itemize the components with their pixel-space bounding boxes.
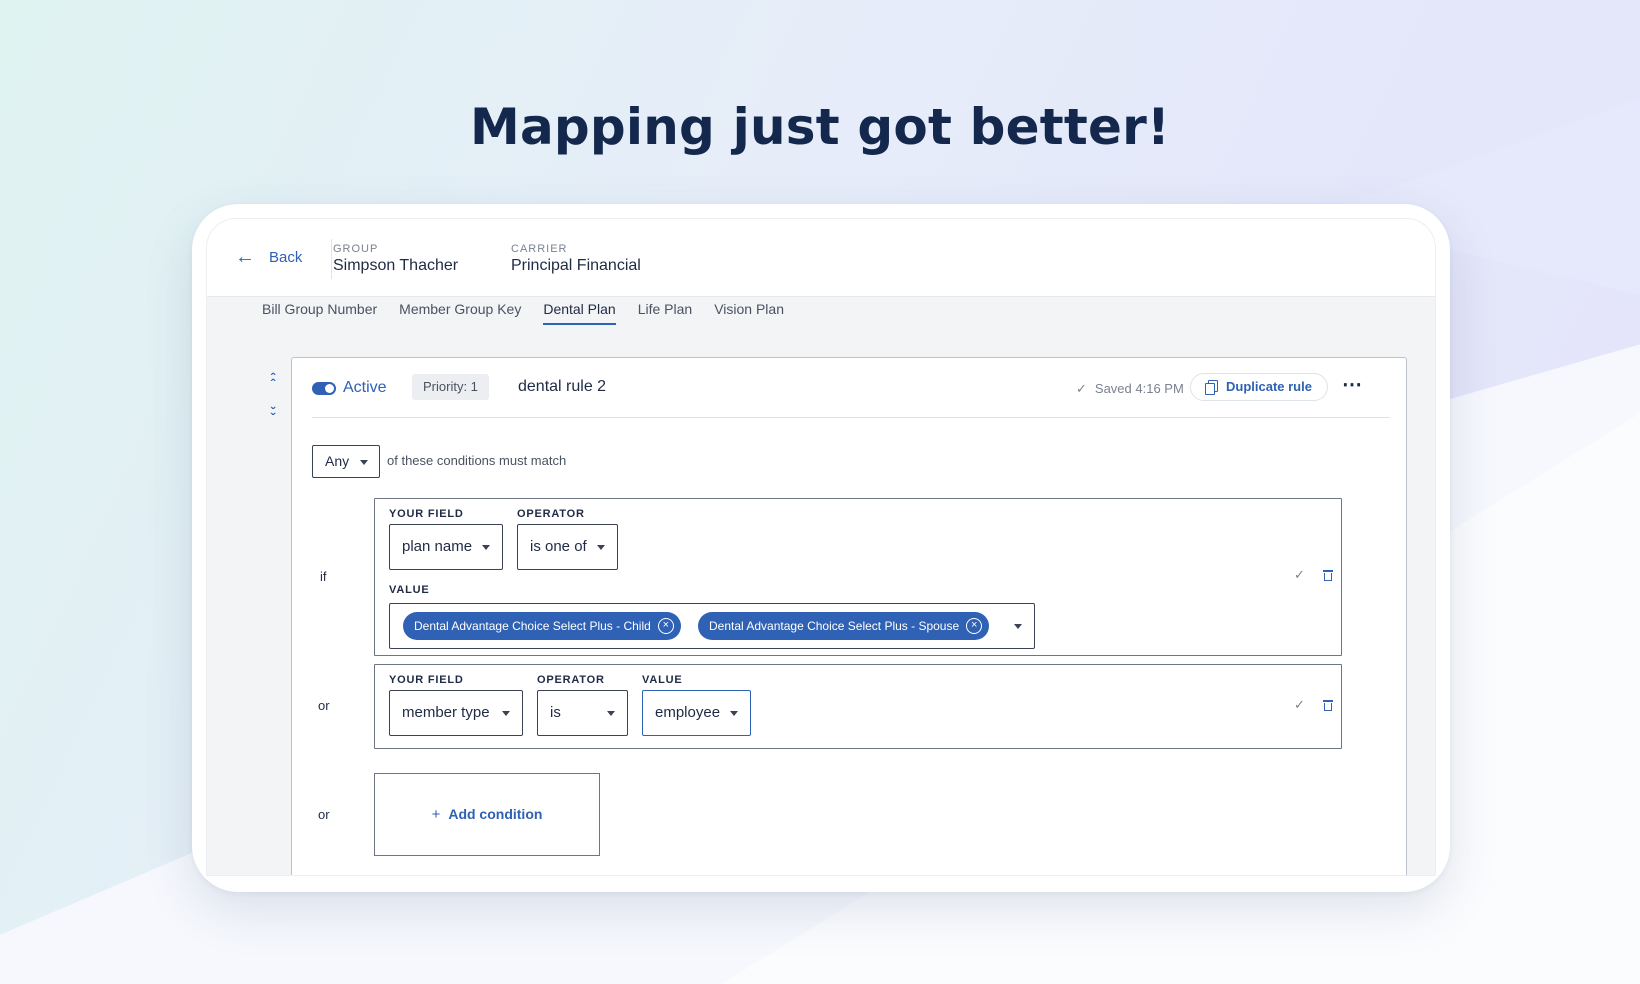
back-label: Back — [269, 248, 303, 266]
operator-value: is — [550, 704, 561, 721]
field-value: member type — [402, 704, 490, 721]
chip-label: Dental Advantage Choice Select Plus - Sp… — [709, 619, 960, 633]
condition-row: YOUR FIELD plan name OPERATOR is one of … — [374, 498, 1342, 656]
top-bar: ← Back GROUP Simpson Thacher CARRIER Pri… — [207, 219, 1435, 297]
operator-value: is one of — [530, 538, 587, 555]
carrier-value: Principal Financial — [511, 257, 641, 274]
connector-or: or — [318, 698, 330, 713]
more-horizontal-icon[interactable]: ⋯ — [1342, 372, 1363, 397]
field-select[interactable]: member type — [389, 690, 523, 736]
caret-down-icon — [730, 711, 738, 716]
match-description: of these conditions must match — [387, 453, 567, 468]
plus-icon: + — [431, 806, 441, 823]
check-icon[interactable]: ✓ — [1294, 567, 1305, 583]
field-label: YOUR FIELD — [389, 508, 464, 520]
group-info: GROUP Simpson Thacher — [333, 243, 458, 275]
match-mode-select[interactable]: Any — [312, 445, 380, 478]
caret-down-icon — [482, 545, 490, 550]
field-value: plan name — [402, 538, 473, 555]
back-button[interactable]: ← Back — [235, 247, 302, 267]
value-chip: Dental Advantage Choice Select Plus - Sp… — [698, 612, 990, 640]
caret-down-icon — [597, 545, 605, 550]
saved-status: ✓ Saved 4:16 PM — [1076, 381, 1184, 397]
check-icon[interactable]: ✓ — [1294, 697, 1305, 713]
tab-vision-plan[interactable]: Vision Plan — [714, 301, 784, 325]
app-screen: ← Back GROUP Simpson Thacher CARRIER Pri… — [206, 218, 1436, 876]
field-select[interactable]: plan name — [389, 524, 503, 570]
connector-or: or — [318, 807, 330, 822]
value-label: VALUE — [642, 674, 683, 686]
close-circle-icon[interactable]: × — [657, 618, 674, 634]
double-chevron-up-icon[interactable]: ˆˆ — [265, 371, 281, 399]
caret-down-icon — [502, 711, 510, 716]
active-toggle[interactable] — [312, 382, 336, 395]
value-chip: Dental Advantage Choice Select Plus - Ch… — [403, 612, 681, 640]
arrow-left-icon: ← — [235, 246, 255, 268]
match-mode-value: Any — [325, 453, 350, 469]
operator-label: OPERATOR — [537, 674, 605, 686]
rule-name[interactable]: dental rule 2 — [518, 378, 606, 396]
add-condition-label: Add condition — [448, 806, 543, 822]
condition-row: YOUR FIELD member type OPERATOR is VALUE… — [374, 664, 1342, 749]
priority-badge: Priority: 1 — [412, 374, 489, 400]
copy-icon — [1205, 380, 1218, 395]
value-label: VALUE — [389, 584, 430, 596]
group-label: GROUP — [333, 243, 379, 255]
connector-if: if — [320, 569, 327, 584]
rule-card: Active Priority: 1 dental rule 2 ✓ Saved … — [291, 357, 1407, 875]
group-value: Simpson Thacher — [333, 257, 459, 274]
value-select[interactable]: employee — [642, 690, 751, 736]
tab-member-group-key[interactable]: Member Group Key — [399, 301, 521, 325]
tab-life-plan[interactable]: Life Plan — [638, 301, 692, 325]
tab-dental-plan[interactable]: Dental Plan — [543, 301, 616, 325]
active-label: Active — [343, 379, 387, 396]
rule-header: Active Priority: 1 dental rule 2 ✓ Saved … — [312, 372, 1390, 418]
double-chevron-down-icon[interactable]: ˇˇ — [265, 405, 281, 433]
duplicate-rule-button[interactable]: Duplicate rule — [1190, 373, 1328, 401]
value-multiselect[interactable]: Dental Advantage Choice Select Plus - Ch… — [389, 603, 1035, 649]
caret-down-icon — [360, 459, 368, 465]
check-icon: ✓ — [1076, 381, 1087, 396]
duplicate-label: Duplicate rule — [1226, 379, 1312, 394]
carrier-label: CARRIER — [511, 243, 568, 255]
add-condition-button[interactable]: + Add condition — [374, 773, 600, 856]
carrier-info: CARRIER Principal Financial — [511, 243, 641, 275]
field-label: YOUR FIELD — [389, 674, 464, 686]
headline: Mapping just got better! — [470, 98, 1170, 156]
tab-bar: Bill Group Number Member Group Key Denta… — [262, 301, 784, 325]
caret-down-icon — [1014, 624, 1022, 629]
operator-select[interactable]: is one of — [517, 524, 618, 570]
caret-down-icon — [607, 711, 615, 716]
divider — [331, 239, 332, 279]
saved-label: Saved 4:16 PM — [1094, 381, 1184, 396]
close-circle-icon[interactable]: × — [966, 618, 983, 634]
trash-icon[interactable] — [1323, 700, 1333, 712]
operator-label: OPERATOR — [517, 508, 585, 520]
tab-bill-group-number[interactable]: Bill Group Number — [262, 301, 377, 325]
operator-select[interactable]: is — [537, 690, 628, 736]
trash-icon[interactable] — [1323, 570, 1333, 582]
chip-label: Dental Advantage Choice Select Plus - Ch… — [414, 619, 651, 633]
value-text: employee — [655, 704, 721, 721]
